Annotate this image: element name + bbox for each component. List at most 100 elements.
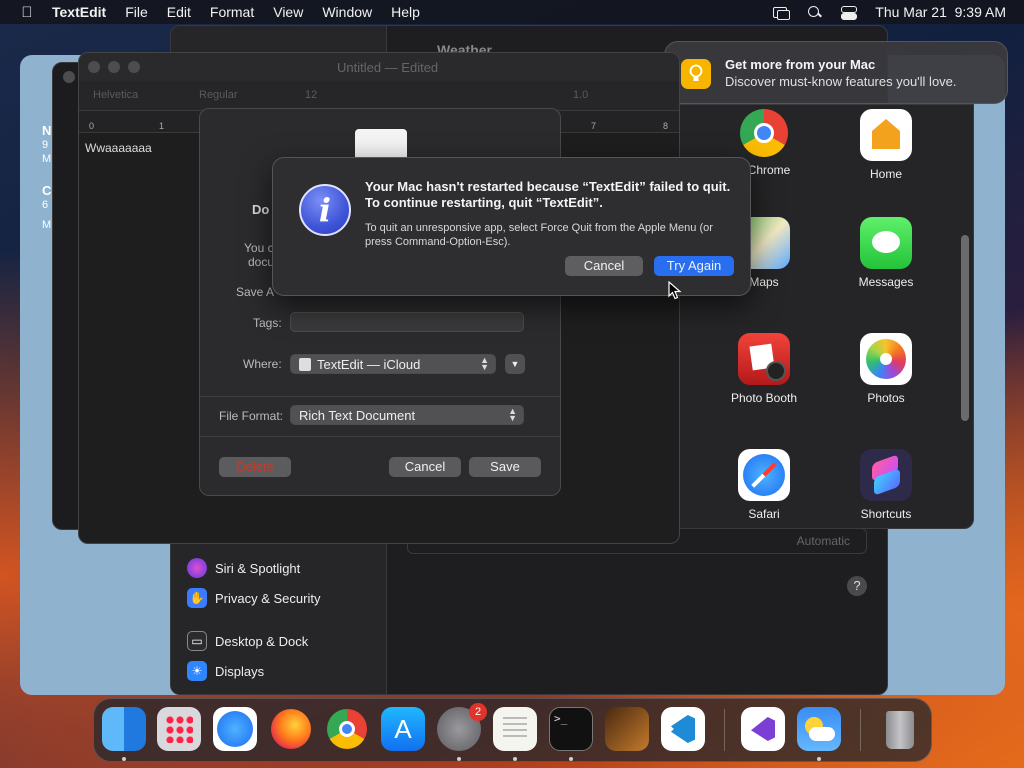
alert-body: To quit an unresponsive app, select Forc… (365, 222, 713, 248)
ruler-tick: 7 (591, 121, 597, 131)
sidebar-item-displays[interactable]: ☀ Displays (187, 661, 264, 681)
try-again-button[interactable]: Try Again (654, 256, 734, 276)
expand-chevron-button[interactable]: ▼ (505, 354, 525, 374)
menu-format[interactable]: Format (210, 4, 254, 20)
app-shortcuts[interactable]: Shortcuts (831, 449, 941, 521)
where-value: TextEdit — iCloud (317, 357, 421, 372)
mouse-cursor-icon (668, 281, 682, 300)
messages-icon (860, 217, 912, 269)
ruler-tick: 0 (89, 121, 95, 131)
home-icon (860, 109, 912, 161)
launchpad-icon[interactable] (157, 707, 201, 751)
document-text[interactable]: Wwaaaaaaa (85, 141, 152, 155)
close-icon[interactable] (63, 71, 75, 83)
restart-failed-alert[interactable]: i Your Mac hasn't restarted because “Tex… (272, 157, 751, 296)
window-title: Untitled — Edited (337, 60, 439, 75)
garageband-icon[interactable] (605, 707, 649, 751)
running-indicator (569, 757, 573, 761)
sidebar-item-privacy[interactable]: ✋ Privacy & Security (187, 588, 320, 608)
app-home[interactable]: Home (831, 109, 941, 181)
app-photos[interactable]: Photos (831, 333, 941, 405)
menu-window[interactable]: Window (322, 4, 372, 20)
weather-icon[interactable] (797, 707, 841, 751)
app-messages[interactable]: Messages (831, 217, 941, 289)
app-store-icon[interactable]: A (381, 707, 425, 751)
photos-icon (860, 333, 912, 385)
app-label: Photos (867, 391, 905, 405)
trash-icon[interactable] (878, 707, 922, 751)
sidebar-item-siri[interactable]: Siri & Spotlight (187, 558, 300, 578)
vscode-icon[interactable] (661, 707, 705, 751)
notification-body: Discover must-know features you'll love. (725, 74, 957, 89)
running-indicator (122, 757, 126, 761)
visual-studio-icon[interactable] (741, 707, 785, 751)
where-label: Where: (243, 357, 282, 371)
finder-icon[interactable] (102, 707, 146, 751)
minimize-icon[interactable] (108, 61, 120, 73)
zoom-icon[interactable] (128, 61, 140, 73)
app-safari[interactable]: Safari (709, 449, 819, 521)
font-size-popup[interactable]: 12 (305, 89, 317, 101)
sidebar-item-label: Desktop & Dock (215, 633, 309, 649)
dock-separator (860, 709, 861, 751)
tips-lightbulb-icon (681, 59, 711, 89)
tags-label: Tags: (253, 316, 282, 330)
safari-icon[interactable] (213, 707, 257, 751)
menu-edit[interactable]: Edit (167, 4, 191, 20)
title-bar: Untitled — Edited (79, 53, 679, 81)
ruler-tick: 1 (159, 121, 165, 131)
divider (200, 396, 560, 397)
app-label: Photo Booth (730, 391, 798, 405)
app-label: Messages (858, 275, 914, 289)
chrome-icon (740, 109, 788, 157)
sun-icon: ☀ (187, 661, 207, 681)
alert-cancel-button[interactable]: Cancel (565, 256, 643, 276)
photo-booth-icon (738, 333, 790, 385)
save-button[interactable]: Save (469, 457, 541, 477)
textedit-icon[interactable] (493, 707, 537, 751)
screen-mirroring-icon[interactable] (773, 5, 791, 20)
scrollbar[interactable] (961, 235, 969, 421)
menu-clock[interactable]: Thu Mar 21 9:39 AM (875, 4, 1006, 20)
file-format-popup[interactable]: Rich Text Document ▲ ▼ (290, 405, 524, 425)
sidebar-item-label: Displays (215, 663, 265, 679)
dock-separator (724, 709, 725, 751)
format-toolbar: Helvetica Regular 12 1.0 (79, 81, 679, 111)
control-center-icon[interactable] (841, 5, 858, 20)
app-label: Maps (749, 275, 779, 289)
notification-banner[interactable]: Get more from your Mac Discover must-kno… (664, 41, 1008, 104)
app-label: Safari (748, 507, 780, 521)
menu-file[interactable]: File (125, 4, 148, 20)
spotlight-search-icon[interactable] (807, 5, 823, 19)
terminal-icon[interactable]: >_ (549, 707, 593, 751)
divider (200, 436, 560, 437)
menu-app-name[interactable]: TextEdit (52, 4, 106, 20)
save-as-label: Save A (236, 285, 275, 299)
textedit-small-icon (299, 358, 311, 371)
siri-icon (187, 558, 207, 578)
apple-menu-icon[interactable]:  (18, 4, 36, 21)
file-format-label: File Format: (219, 409, 284, 423)
sidebar-item-desktop-dock[interactable]: ▭ Desktop & Dock (187, 631, 308, 651)
delete-button[interactable]: Delete (219, 457, 291, 477)
running-indicator (457, 757, 461, 761)
tags-field[interactable] (290, 312, 524, 332)
menu-help[interactable]: Help (391, 4, 420, 20)
firefox-icon[interactable] (269, 707, 313, 751)
dock: A >_ (93, 698, 932, 762)
line-spacing-popup[interactable]: 1.0 (573, 89, 588, 101)
menu-view[interactable]: View (273, 4, 303, 20)
app-photo-booth[interactable]: Photo Booth (709, 333, 819, 405)
settings-notification-badge: 2 (469, 703, 487, 721)
sheet-heading: Do (252, 202, 270, 217)
shortcuts-icon (860, 449, 912, 501)
chrome-icon[interactable] (325, 707, 369, 751)
font-style-popup[interactable]: Regular (199, 89, 238, 101)
close-icon[interactable] (88, 61, 100, 73)
alert-headline: Your Mac hasn't restarted because “TextE… (365, 179, 731, 210)
cancel-button[interactable]: Cancel (389, 457, 461, 477)
font-family-popup[interactable]: Helvetica (93, 89, 138, 101)
chevron-up-down-icon: ▲ ▼ (508, 406, 517, 423)
where-popup[interactable]: TextEdit — iCloud ▲ ▼ (290, 354, 496, 374)
help-button[interactable]: ? (847, 576, 867, 596)
